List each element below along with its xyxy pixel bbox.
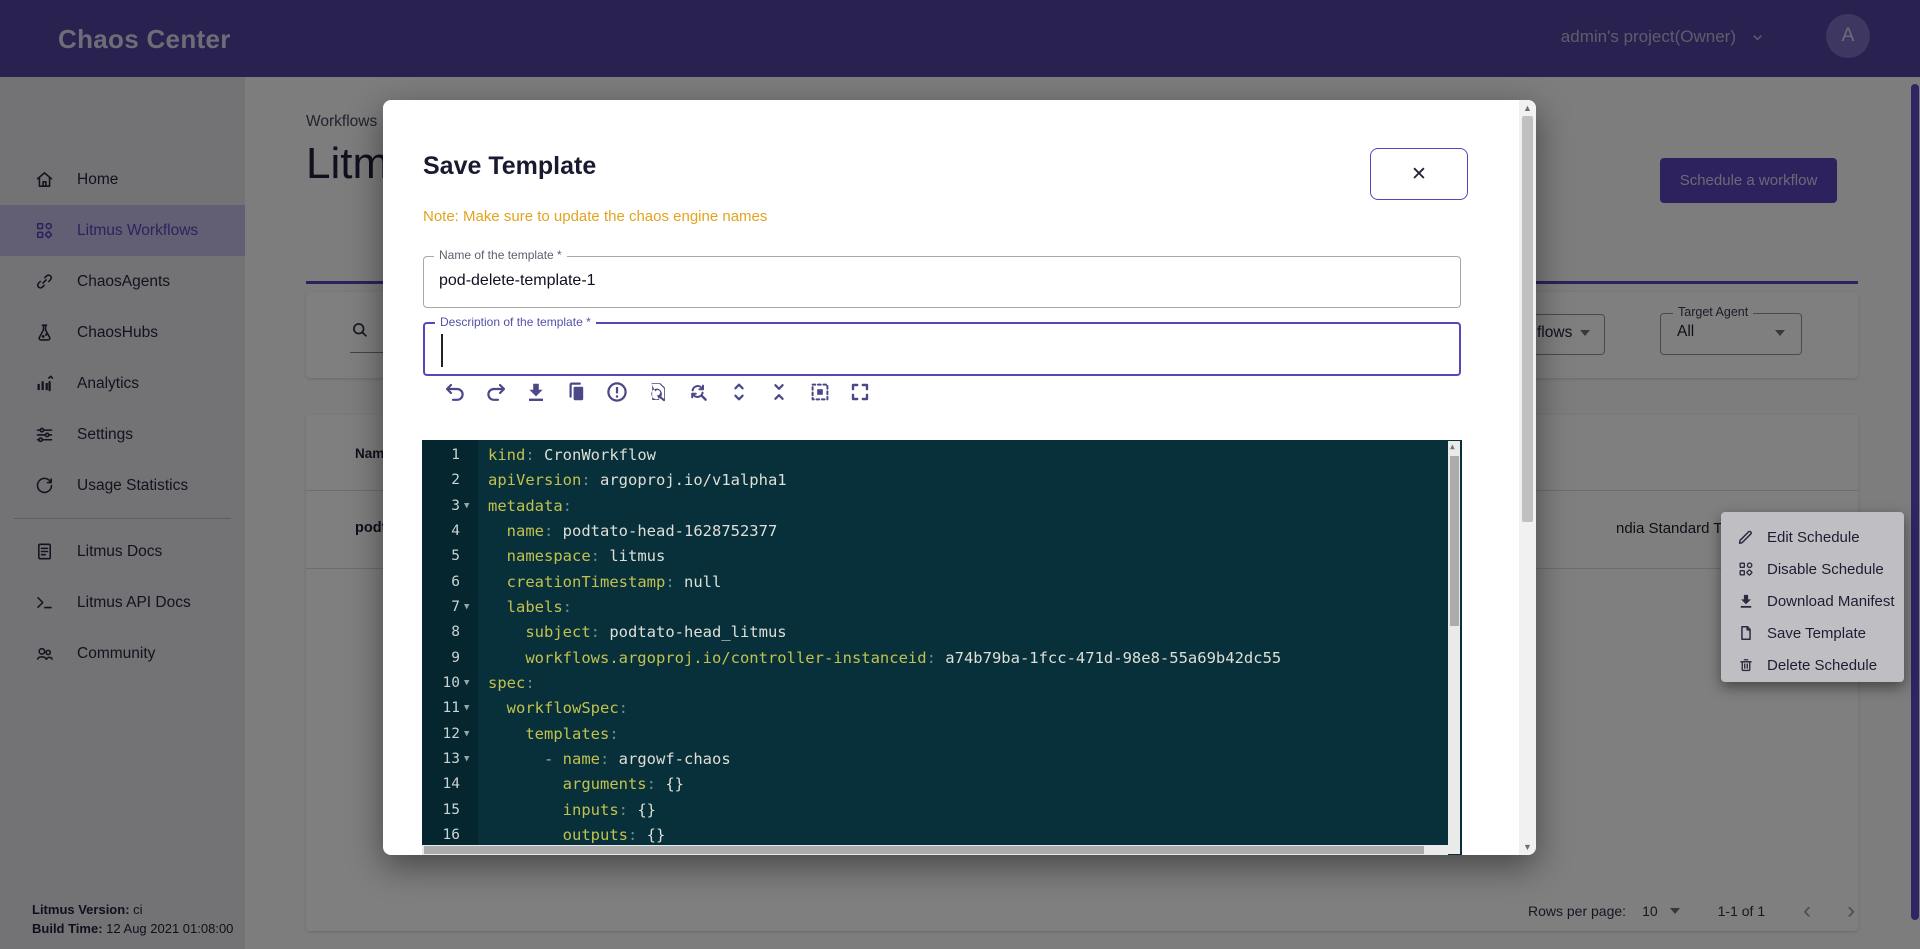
fold-arrow-icon[interactable]: ▼	[464, 671, 476, 696]
undo-icon[interactable]	[443, 380, 467, 404]
editor-line: 4 name: podtato-head-1628752377	[422, 519, 1462, 544]
scroll-up-icon[interactable]: ▲	[1523, 103, 1532, 113]
editor-line: 12▼ templates:	[422, 722, 1462, 747]
find-in-page-icon[interactable]	[646, 380, 670, 404]
menu-item-label: Save Template	[1767, 625, 1866, 642]
menu-item-delete-schedule[interactable]: Delete Schedule	[1721, 649, 1904, 681]
editor-vertical-scrollbar[interactable]: ▲	[1448, 441, 1460, 854]
editor-line: 5 namespace: litmus	[422, 544, 1462, 569]
menu-item-label: Disable Schedule	[1767, 561, 1884, 578]
editor-line: 14 arguments: {}	[422, 772, 1462, 797]
fold-arrow-icon[interactable]: ▼	[464, 595, 476, 620]
editor-toolbar	[443, 380, 872, 404]
download-icon[interactable]	[524, 380, 548, 404]
modal-scroll-thumb[interactable]	[1522, 116, 1533, 522]
editor-line: 6 creationTimestamp: null	[422, 570, 1462, 595]
editor-line: 11▼ workflowSpec:	[422, 696, 1462, 721]
menu-item-save-template[interactable]: Save Template	[1721, 617, 1904, 649]
error-outline-icon[interactable]	[605, 380, 629, 404]
fold-arrow-icon[interactable]: ▼	[464, 747, 476, 772]
template-description-label: Description of the template *	[435, 315, 596, 329]
modal-scrollbar[interactable]: ▲ ▼	[1519, 100, 1536, 855]
yaml-editor[interactable]: 1kind: CronWorkflow2apiVersion: argoproj…	[422, 440, 1462, 855]
scroll-up-icon[interactable]: ▲	[1450, 442, 1455, 451]
menu-item-disable-schedule[interactable]: Disable Schedule	[1721, 553, 1904, 585]
text-cursor	[441, 334, 443, 367]
menu-item-label: Delete Schedule	[1767, 657, 1877, 674]
download-icon	[1737, 592, 1755, 610]
template-description-field[interactable]: Description of the template *	[423, 322, 1461, 376]
editor-line: 3▼metadata:	[422, 494, 1462, 519]
template-name-field[interactable]: Name of the template * pod-delete-templa…	[423, 256, 1461, 308]
template-name-value: pod-delete-template-1	[439, 272, 596, 290]
editor-line: 9 workflows.argoproj.io/controller-insta…	[422, 646, 1462, 671]
editor-line: 15 inputs: {}	[422, 798, 1462, 823]
editor-horizontal-scrollbar[interactable]	[422, 845, 1448, 855]
workflows-icon	[1737, 560, 1755, 578]
menu-item-label: Edit Schedule	[1767, 529, 1860, 546]
chaos-center-app: Chaos Center admin's project(Owner) A Ho…	[0, 0, 1920, 949]
scroll-down-icon[interactable]: ▼	[1523, 842, 1532, 852]
unfold-less-icon[interactable]	[767, 380, 791, 404]
copy-icon[interactable]	[565, 380, 589, 404]
editor-line: 2apiVersion: argoproj.io/v1alpha1	[422, 468, 1462, 493]
editor-line: 8 subject: podtato-head_litmus	[422, 620, 1462, 645]
select-all-icon[interactable]	[808, 380, 832, 404]
editor-line: 10▼spec:	[422, 671, 1462, 696]
trash-icon	[1737, 656, 1755, 674]
menu-item-download-manifest[interactable]: Download Manifest	[1721, 585, 1904, 617]
editor-line: 7▼ labels:	[422, 595, 1462, 620]
fold-arrow-icon[interactable]: ▼	[464, 722, 476, 747]
save-template-modal: Save Template Note: Make sure to update …	[383, 100, 1536, 855]
fold-arrow-icon[interactable]: ▼	[464, 696, 476, 721]
window-scrollbar[interactable]	[1911, 84, 1919, 920]
file-icon	[1737, 624, 1755, 642]
menu-item-edit-schedule[interactable]: Edit Schedule	[1721, 521, 1904, 553]
fullscreen-icon[interactable]	[848, 380, 872, 404]
schedule-context-menu: Edit Schedule Disable Schedule Download Ma…	[1721, 512, 1904, 682]
close-icon: ✕	[1411, 163, 1427, 186]
modal-note: Note: Make sure to update the chaos engi…	[423, 208, 767, 225]
pencil-icon	[1737, 528, 1755, 546]
editor-line: 1kind: CronWorkflow	[422, 443, 1462, 468]
redo-icon[interactable]	[484, 380, 508, 404]
unfold-more-icon[interactable]	[727, 380, 751, 404]
template-name-label: Name of the template *	[434, 248, 567, 262]
close-button[interactable]: ✕	[1370, 148, 1468, 200]
find-replace-icon[interactable]	[686, 380, 710, 404]
modal-title: Save Template	[423, 152, 596, 181]
fold-arrow-icon[interactable]: ▼	[464, 494, 476, 519]
menu-item-label: Download Manifest	[1767, 593, 1895, 610]
editor-line: 13▼ - name: argowf-chaos	[422, 747, 1462, 772]
